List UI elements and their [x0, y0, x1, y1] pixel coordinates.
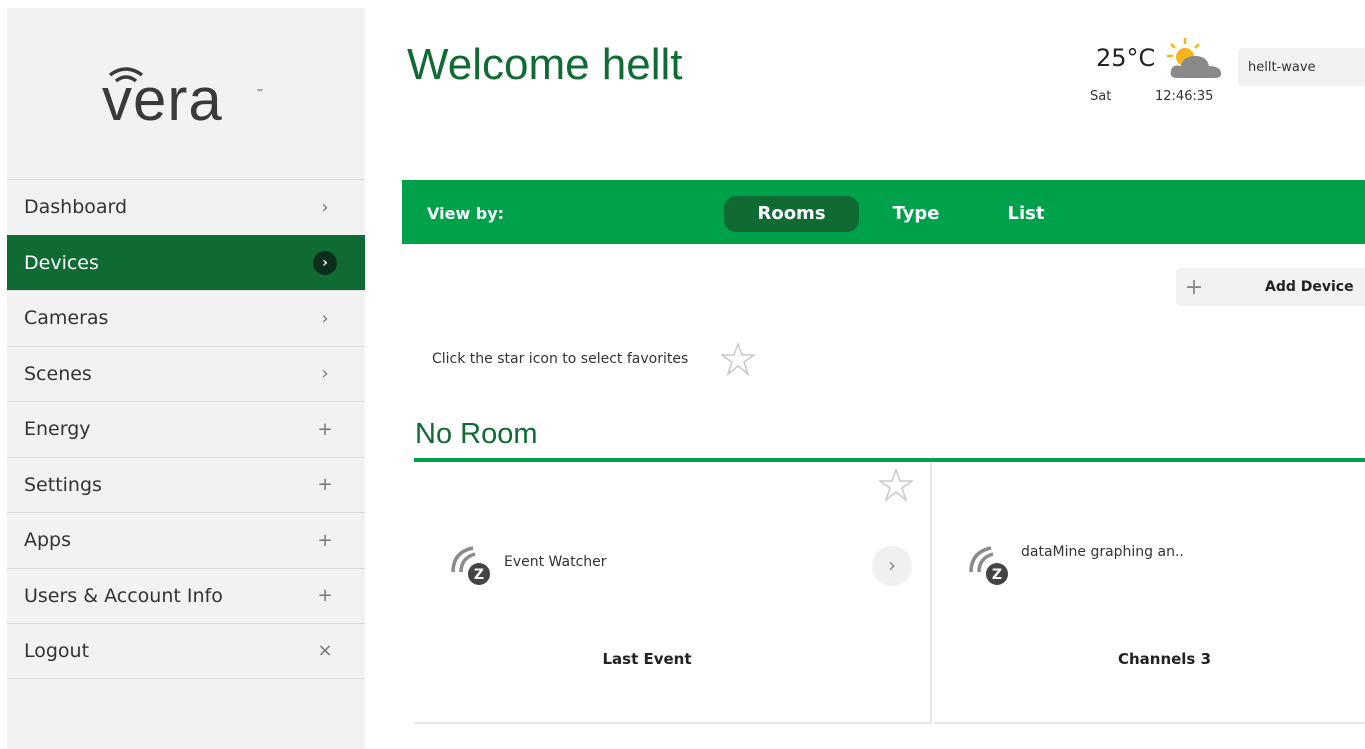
sidebar-item-energy[interactable]: Energy +	[7, 401, 365, 457]
chevron-right-icon: ›	[321, 363, 329, 385]
device-status: Channels 3	[1117, 650, 1212, 668]
sidebar-item-scenes[interactable]: Scenes ›	[7, 345, 365, 402]
sidebar-item-apps[interactable]: Apps +	[7, 512, 365, 568]
clock-time: 12:46:35	[1155, 89, 1214, 104]
tab-type[interactable]: Type	[877, 196, 955, 232]
favorites-hint: Click the star icon to select favorites	[432, 351, 689, 367]
plus-icon: +	[317, 529, 333, 551]
weather-day: Sat	[1090, 89, 1112, 104]
plus-icon: +	[317, 418, 333, 440]
sidebar-item-label: Settings	[24, 473, 102, 496]
sidebar-item-settings[interactable]: Settings +	[7, 456, 365, 513]
partly-cloudy-icon	[1167, 38, 1222, 78]
chevron-right-icon: ›	[313, 250, 337, 275]
svg-text:Z: Z	[992, 567, 1002, 583]
sidebar-item-dashboard[interactable]: Dashboard ›	[7, 179, 365, 235]
add-device-button[interactable]: + Add Device	[1176, 268, 1365, 306]
device-card[interactable]: Z Event Watcher › Last Event	[414, 462, 932, 724]
sidebar: vera ™ Dashboard › Devices › Cameras › S…	[7, 8, 365, 749]
chevron-right-icon: ›	[321, 196, 329, 218]
add-device-label: Add Device	[1265, 279, 1354, 295]
view-by-label: View by:	[427, 204, 505, 223]
star-icon[interactable]	[721, 342, 755, 376]
view-by-bar: View by: Rooms Type List	[402, 180, 1365, 244]
vera-logo: vera ™	[7, 8, 365, 178]
sidebar-item-logout[interactable]: Logout ×	[7, 623, 365, 679]
logo-trademark: ™	[256, 88, 264, 97]
plus-icon: +	[317, 474, 333, 496]
zwave-icon: Z	[451, 546, 490, 585]
room-title: No Room	[415, 418, 538, 450]
sidebar-item-users-account[interactable]: Users & Account Info +	[7, 567, 365, 624]
user-menu[interactable]: hellt-wave	[1238, 48, 1365, 86]
chevron-right-icon: ›	[321, 307, 329, 329]
device-name: dataMine graphing an..	[1021, 544, 1184, 560]
sidebar-item-label: Energy	[24, 418, 91, 441]
logo-text: vera	[102, 66, 223, 133]
zwave-icon: Z	[969, 546, 1008, 585]
tab-rooms[interactable]: Rooms	[724, 196, 859, 232]
plus-icon: +	[317, 585, 333, 607]
device-card[interactable]: Z dataMine graphing an.. Channels 3	[934, 462, 1365, 724]
sidebar-item-label: Cameras	[24, 307, 109, 330]
sidebar-item-cameras[interactable]: Cameras ›	[7, 290, 365, 346]
temperature: 25°C	[1096, 44, 1156, 72]
tab-list[interactable]: List	[987, 196, 1065, 232]
sidebar-item-label: Users & Account Info	[24, 584, 223, 607]
svg-text:Z: Z	[474, 567, 484, 583]
star-icon[interactable]	[879, 468, 913, 502]
close-icon: ×	[317, 640, 333, 662]
sidebar-item-label: Logout	[24, 639, 90, 662]
device-name: Event Watcher	[504, 554, 607, 570]
sidebar-item-label: Apps	[24, 529, 72, 552]
chevron-right-icon[interactable]: ›	[872, 546, 912, 586]
sidebar-item-label: Dashboard	[24, 196, 128, 219]
sidebar-nav: Dashboard › Devices › Cameras › Scenes ›…	[7, 179, 365, 679]
plus-icon: +	[1184, 274, 1204, 300]
page-title: Welcome hellt	[407, 40, 683, 89]
sidebar-item-label: Devices	[24, 251, 99, 274]
sidebar-item-label: Scenes	[24, 362, 92, 385]
sidebar-item-devices[interactable]: Devices ›	[7, 234, 365, 290]
device-status: Last Event	[602, 650, 692, 668]
